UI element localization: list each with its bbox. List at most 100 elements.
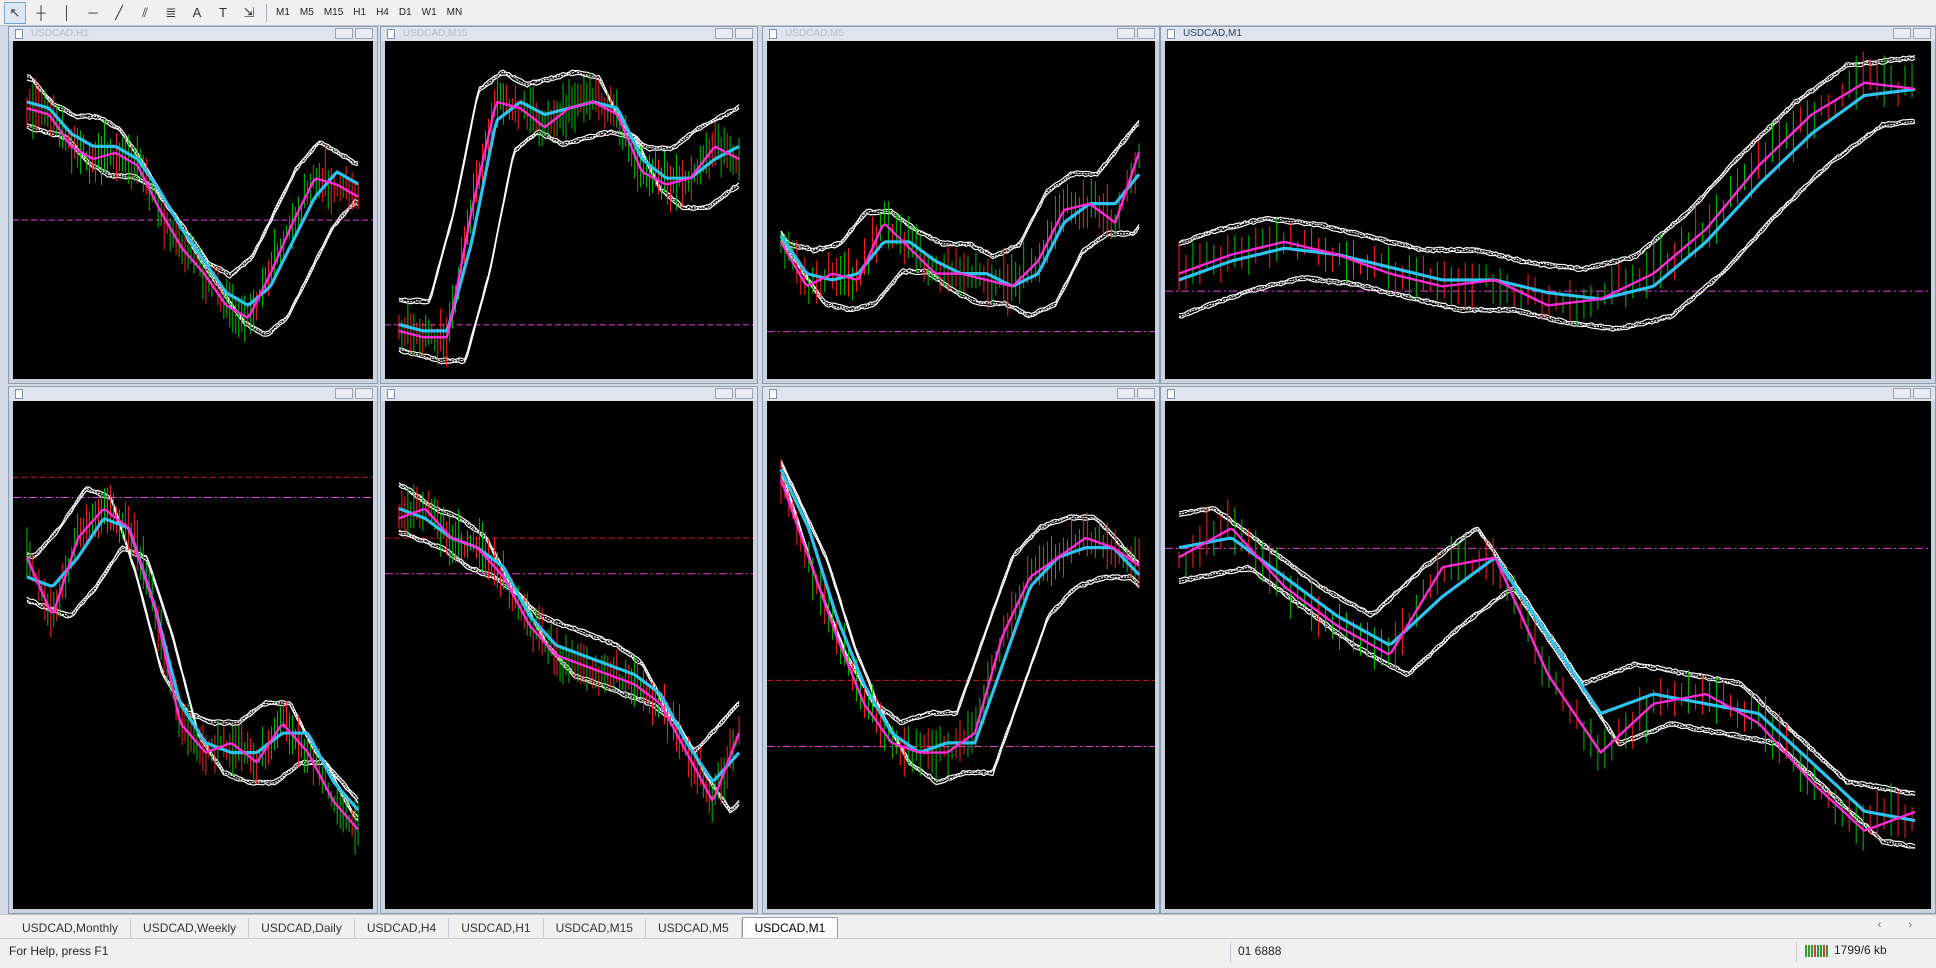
chart-tab[interactable]: USDCAD,M1: [741, 917, 839, 938]
chart-window[interactable]: USDCAD,M5: [762, 26, 1160, 384]
price-chart[interactable]: [767, 401, 1155, 909]
price-chart-svg: [767, 459, 1155, 786]
envelope-band-line: [26, 127, 359, 337]
chart-tab[interactable]: USDCAD,H4: [355, 919, 450, 938]
crosshair-tool-button[interactable]: ┼: [30, 2, 52, 24]
envelope-band-line: [1178, 122, 1916, 332]
timeframe-button-w1[interactable]: W1: [422, 7, 437, 18]
timeframe-button-m5[interactable]: M5: [300, 7, 314, 18]
price-chart-svg: [385, 69, 753, 367]
chart-window[interactable]: USDCAD,M1: [1160, 26, 1936, 384]
timeframe-button-m15[interactable]: M15: [324, 7, 343, 18]
price-chart[interactable]: [13, 401, 373, 909]
maximize-window-button[interactable]: [1913, 388, 1931, 399]
envelope-band-line: [780, 474, 1140, 722]
cursor-arrow-icon: ↖: [9, 4, 21, 20]
chart-window[interactable]: [8, 386, 378, 914]
chart-document-icon: [1167, 29, 1175, 39]
arrows-dropdown-tool-button[interactable]: ⇲: [238, 2, 260, 24]
price-chart[interactable]: [385, 41, 753, 379]
slow-moving-average-line: [398, 100, 740, 333]
timeframe-button-m1[interactable]: M1: [276, 7, 290, 18]
price-chart[interactable]: [13, 41, 373, 379]
chart-window-title[interactable]: USDCAD,H1: [9, 27, 377, 41]
chart-tab[interactable]: USDCAD,Weekly: [131, 919, 250, 938]
envelope-band-line: [1178, 58, 1916, 272]
envelope-band-line: [26, 550, 359, 822]
chart-document-icon: [15, 29, 23, 39]
chart-window-title[interactable]: USDCAD,M5: [763, 27, 1159, 41]
minimize-window-button[interactable]: [715, 28, 733, 39]
fast-moving-average-line: [1178, 81, 1916, 307]
maximize-window-button[interactable]: [355, 388, 373, 399]
chart-tabs: USDCAD,Monthly USDCAD,Weekly USDCAD,Daily U…: [10, 917, 839, 938]
chart-window[interactable]: [762, 386, 1160, 914]
drawing-toolbar: ↖ ┼ │ ─ ╱ ⫽ ≣ A T ⇲ M1 M5 M15 H1 H4 D1 W1 MN: [0, 0, 1936, 26]
timeframe-button-h1[interactable]: H1: [353, 7, 366, 18]
minimize-window-button[interactable]: [1893, 28, 1911, 39]
minimize-window-button[interactable]: [1117, 388, 1135, 399]
price-chart[interactable]: [1165, 41, 1931, 379]
equidistant-channel-icon: ⫽: [142, 4, 148, 20]
envelope-band-line: [1178, 564, 1916, 846]
slow-moving-average-line: [779, 468, 1141, 754]
minimize-window-button[interactable]: [715, 388, 733, 399]
timeframe-button-h4[interactable]: H4: [376, 7, 389, 18]
connection-status[interactable]: 1799/6 kb: [1805, 943, 1887, 957]
chart-window-title[interactable]: [381, 387, 757, 401]
maximize-window-button[interactable]: [1137, 388, 1155, 399]
timeframe-button-d1[interactable]: D1: [399, 7, 412, 18]
timeframe-button-mn[interactable]: MN: [447, 7, 463, 18]
chart-document-icon: [769, 389, 777, 399]
price-chart[interactable]: [1165, 401, 1931, 909]
maximize-window-button[interactable]: [1137, 28, 1155, 39]
price-chart[interactable]: [767, 41, 1155, 379]
chart-window-title[interactable]: [763, 387, 1159, 401]
chart-window[interactable]: [380, 386, 758, 914]
minimize-window-button[interactable]: [335, 28, 353, 39]
maximize-window-button[interactable]: [735, 388, 753, 399]
text-label-tool-button[interactable]: T: [212, 2, 234, 24]
price-chart-svg: [1165, 499, 1931, 851]
chart-tab[interactable]: USDCAD,Monthly: [10, 919, 132, 938]
envelope-band-line: [780, 478, 1140, 726]
envelope-band-line: [1178, 56, 1916, 270]
minimize-window-button[interactable]: [1893, 388, 1911, 399]
maximize-window-button[interactable]: [355, 28, 373, 39]
connection-bars-icon: [1805, 943, 1829, 957]
chart-window[interactable]: [1160, 386, 1936, 914]
envelope-band-line: [780, 121, 1140, 258]
vertical-line-tool-button[interactable]: │: [56, 2, 78, 24]
chart-window-title[interactable]: USDCAD,M15: [381, 27, 757, 41]
chart-window[interactable]: USDCAD,H1: [8, 26, 378, 384]
text-icon: A: [192, 5, 202, 20]
equidistant-channel-tool-button[interactable]: ⫽: [134, 2, 156, 24]
price-chart-svg: [767, 119, 1155, 333]
fibonacci-retracement-tool-button[interactable]: ≣: [160, 2, 182, 24]
horizontal-line-icon: ─: [88, 5, 98, 20]
text-tool-button[interactable]: A: [186, 2, 208, 24]
chart-tab[interactable]: USDCAD,Daily: [249, 919, 355, 938]
status-price-readout: 01 6888: [1238, 944, 1282, 958]
envelope-band-line: [1178, 508, 1916, 796]
maximize-window-button[interactable]: [1913, 28, 1931, 39]
fast-moving-average-line: [1178, 527, 1916, 832]
envelope-band-line: [1178, 118, 1916, 328]
price-chart[interactable]: [385, 401, 753, 909]
chart-window-title[interactable]: USDCAD,M1: [1161, 27, 1935, 41]
cursor-arrow-tool-button[interactable]: ↖: [4, 1, 26, 24]
horizontal-line-tool-button[interactable]: ─: [82, 2, 104, 24]
chart-window[interactable]: USDCAD,M15: [380, 26, 758, 384]
envelope-band-line: [1178, 570, 1916, 849]
chart-tab[interactable]: USDCAD,H1: [449, 919, 544, 938]
maximize-window-button[interactable]: [735, 28, 753, 39]
crosshair-icon: ┼: [36, 5, 46, 20]
chart-tab[interactable]: USDCAD,M5: [646, 919, 742, 938]
chart-tab[interactable]: USDCAD,M15: [544, 919, 646, 938]
trendline-tool-button[interactable]: ╱: [108, 2, 130, 24]
minimize-window-button[interactable]: [1117, 28, 1135, 39]
chart-window-title[interactable]: [1161, 387, 1935, 401]
tab-scroll-arrows[interactable]: ‹ ›: [1878, 919, 1924, 931]
chart-window-title[interactable]: [9, 387, 377, 401]
minimize-window-button[interactable]: [335, 388, 353, 399]
